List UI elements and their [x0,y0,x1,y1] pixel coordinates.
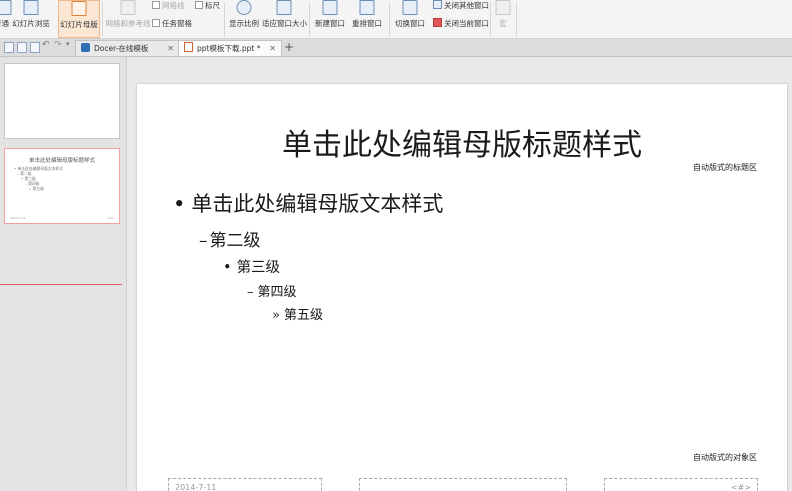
ribbon-separator [224,2,225,36]
fit-window-icon [276,0,292,15]
date-placeholder[interactable]: 2014-7-11 [168,478,322,491]
zoom-button[interactable]: 显示比例 [228,0,260,36]
slide-thumbnail-pane: 单击此处编辑母版标题样式 • 单击此处编辑母版文本样式 – 第二级 • 第三级 … [0,57,127,491]
magnifier-icon [236,0,252,15]
tab-ppt-template[interactable]: ppt模板下载.ppt * ✕ [178,40,282,56]
object-area-label: 自动版式的对象区 [693,453,757,462]
text-level-label: 第四级 [257,285,297,300]
docer-icon [81,43,90,52]
bullet-marker: – [247,285,254,300]
thumbnail-insert-marker [0,284,122,285]
print-icon[interactable] [17,42,27,53]
switch-window-button[interactable]: 切换窗口 [392,0,428,36]
close-window-icon [433,18,442,27]
bullet-marker: • [223,260,232,276]
text-level-label: 单击此处编辑母版文本样式 [191,192,444,216]
slide-sorter-button[interactable]: 幻灯片浏览 [12,0,50,36]
bullet-marker: – [199,231,208,251]
text-level-5[interactable]: » 第五级 [272,304,323,323]
title-area-label: 自动版式的标题区 [693,163,757,172]
checkbox-box-icon [152,1,160,9]
text-level-1[interactable]: • 单击此处编辑母版文本样式 [173,188,443,218]
bullet-marker: • [173,192,186,216]
footer-date: 2014-7-11 [175,483,217,491]
slide-number-placeholder[interactable]: <#> [604,478,758,491]
view-ribbon: 普通 幻灯片浏览 幻灯片母版 网格和参考线 网格线 标尺 任务窗格 显示比例 适… [0,0,792,39]
close-other-windows-button[interactable]: 关闭其他窗口 [433,0,489,11]
text-level-label: 第五级 [283,308,323,323]
checkbox-box-icon [152,19,160,27]
ribbon-separator [309,2,310,36]
macro-button[interactable]: 宏 [494,0,512,36]
ribbon-separator [389,2,390,36]
grid-icon [120,0,136,15]
ribbon-separator [490,2,491,36]
arrange-windows-button[interactable]: 重排窗口 [348,0,386,36]
new-window-button[interactable]: 新建窗口 [313,0,347,36]
slide-sorter-icon [23,0,39,15]
redo-icon[interactable]: ↷ [54,40,62,50]
print-preview-icon[interactable] [30,42,40,53]
text-level-label: 第二级 [209,231,261,251]
bullet-marker: » [272,308,280,323]
master-title-placeholder[interactable]: 单击此处编辑母版标题样式 [137,120,787,164]
text-level-2[interactable]: – 第二级 [199,226,261,251]
gridlines-checkbox[interactable]: 网格线 [152,0,185,11]
text-level-4[interactable]: – 第四级 [247,281,297,300]
thumbnail-title: 单击此处编辑母版标题样式 [28,158,95,164]
slide-canvas[interactable]: 单击此处编辑母版标题样式 自动版式的标题区 • 单击此处编辑母版文本样式 – 第二级… [137,84,787,491]
ruler-checkbox[interactable]: 标尺 [195,0,220,11]
slide-master-icon [71,1,87,16]
checkbox-box-icon [195,1,203,9]
slide-master-thumbnail[interactable] [4,63,120,139]
thumbnail-footer-date: 2014-7-11 [10,216,26,220]
close-tab-icon[interactable]: ✕ [167,41,174,56]
layout-thumbnail[interactable]: 单击此处编辑母版标题样式 • 单击此处编辑母版文本样式 – 第二级 • 第三级 … [4,148,120,224]
footer-placeholder[interactable] [359,478,567,491]
switch-window-icon [402,0,418,15]
new-tab-plus-icon[interactable]: + [284,40,294,54]
undo-icon[interactable]: ↶ [42,40,50,50]
slide-master-button[interactable]: 幻灯片母版 [58,0,100,38]
quick-access-dropdown-icon[interactable]: ▾ [66,40,70,48]
taskpane-checkbox[interactable]: 任务窗格 [152,18,192,29]
text-level-3[interactable]: • 第三级 [223,256,280,277]
footer-slide-number: <#> [730,483,751,491]
arrange-windows-icon [359,0,375,15]
save-icon[interactable] [4,42,14,53]
fit-window-button[interactable]: 适应窗口大小 [262,0,307,36]
document-tab-bar: ↶ ↷ ▾ Docer-在线模板 ✕ ppt模板下载.ppt * ✕ [0,39,792,57]
window-icon [433,0,442,9]
ribbon-separator [516,2,517,36]
close-current-window-button[interactable]: 关闭当前窗口 [433,18,489,29]
normal-view-button[interactable]: 普通 [0,0,12,36]
ppt-file-icon [184,42,193,52]
text-level-label: 第三级 [236,260,281,276]
macro-icon [495,0,511,15]
thumbnail-footer-number: <#> [106,216,114,220]
tab-docer-online-templates[interactable]: Docer-在线模板 ✕ [75,40,180,56]
thumbnail-line: » 第五级 [29,186,44,191]
normal-view-icon [0,0,12,15]
grid-guides-button[interactable]: 网格和参考线 [105,0,151,36]
close-tab-icon[interactable]: ✕ [269,41,276,56]
ribbon-separator [102,2,103,36]
new-window-icon [322,0,338,15]
